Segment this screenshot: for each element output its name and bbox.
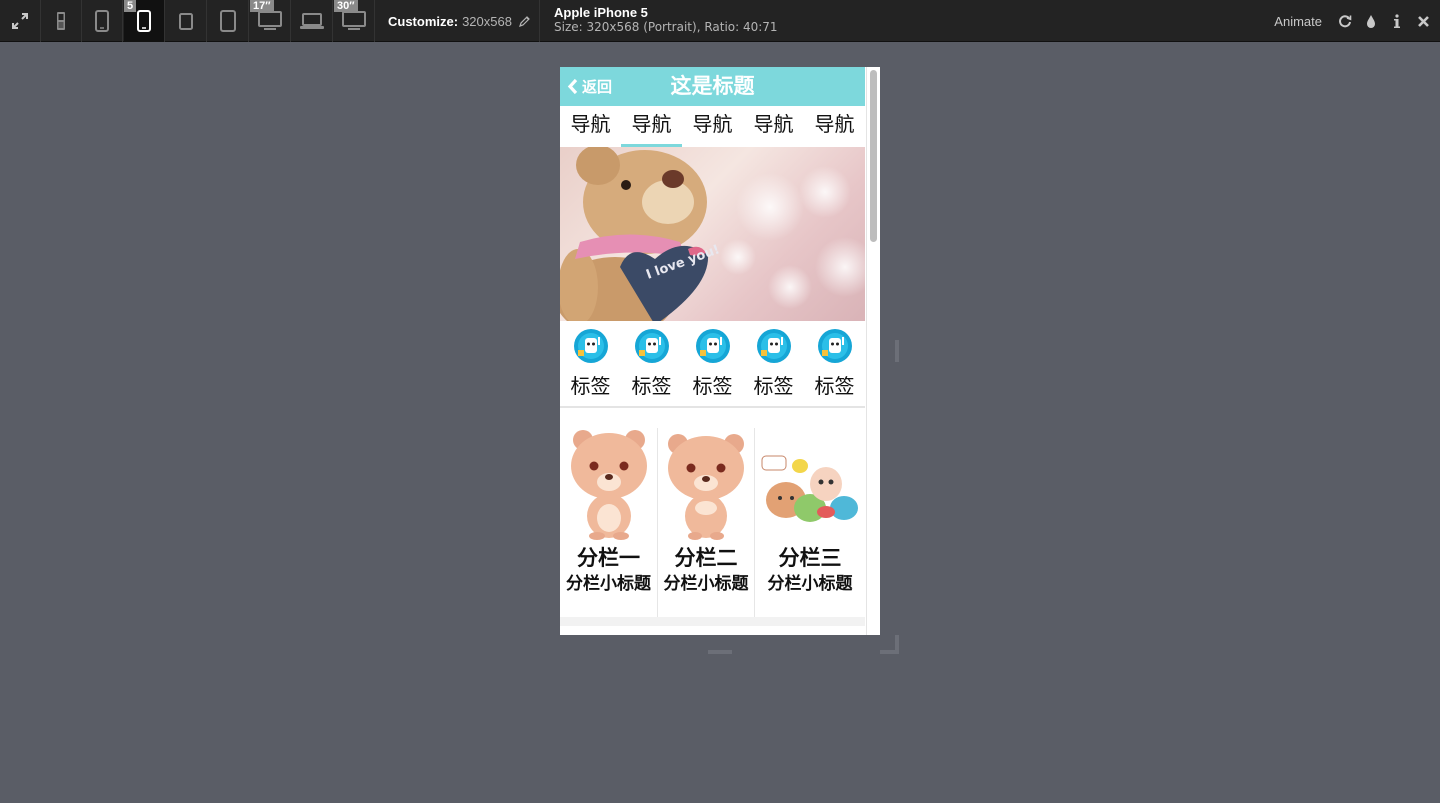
device-size: Size: 320x568 (Portrait), Ratio: 40:71 — [554, 20, 778, 34]
column-title: 分栏二 — [674, 547, 738, 570]
cartoon-avatar-icon — [756, 329, 791, 363]
tablet-small-icon — [179, 13, 193, 30]
banner-image[interactable]: I love you! — [560, 147, 865, 321]
tablet-icon — [220, 10, 236, 32]
tag-label: 标签 — [814, 376, 855, 398]
customize-value: 320x568 — [462, 13, 512, 29]
device-info: Apple iPhone 5 Size: 320x568 (Portrait),… — [554, 5, 778, 35]
device-iphone5-button[interactable]: 5 — [124, 0, 165, 42]
iphone5-badge: 5 — [124, 0, 137, 12]
back-label: 返回 — [582, 79, 613, 96]
nav-item[interactable]: 导航 — [621, 106, 682, 147]
cartoon-avatar-icon — [817, 329, 852, 363]
resize-handle-corner-vertical[interactable] — [895, 635, 899, 654]
column-grid: 分栏一 分栏小标题 分栏二 分栏小标题 分栏三 分栏小标题 — [560, 408, 865, 626]
desktop-17-icon — [258, 11, 282, 30]
device-desktop-17-button[interactable]: 17″ — [250, 0, 291, 42]
nav-item[interactable]: 导航 — [804, 106, 865, 147]
tag-label: 标签 — [753, 376, 794, 398]
column-subtitle: 分栏小标题 — [566, 574, 651, 593]
tag-grid: 标签 标签 标签 标签 标签 — [560, 321, 865, 408]
device-name: Apple iPhone 5 — [554, 5, 648, 20]
tag-item[interactable]: 标签 — [560, 321, 621, 406]
phone-icon — [95, 10, 109, 32]
tag-item[interactable]: 标签 — [743, 321, 804, 406]
device-desktop-30-button[interactable]: 30″ — [334, 0, 375, 42]
tag-item[interactable]: 标签 — [682, 321, 743, 406]
tag-label: 标签 — [570, 376, 611, 398]
column-subtitle: 分栏小标题 — [767, 574, 853, 593]
customize-label: Customize: — [388, 13, 459, 29]
tag-item[interactable]: 标签 — [804, 321, 865, 406]
phone-5-icon — [137, 10, 151, 32]
desktop17-badge: 17″ — [250, 0, 274, 12]
cartoon-group-image — [761, 455, 858, 522]
column-title: 分栏三 — [778, 547, 842, 570]
refresh-icon[interactable] — [1338, 14, 1352, 28]
phone-old-icon — [57, 12, 65, 30]
column-item[interactable]: 分栏二 分栏小标题 — [657, 428, 754, 617]
scrollbar-thumb[interactable] — [870, 70, 877, 242]
toolbar: 5 17″ 30″ Customize: 320x568 Apple iPhon… — [0, 0, 1440, 42]
resize-handle-bottom[interactable] — [708, 650, 732, 654]
tag-label: 标签 — [631, 376, 672, 398]
expand-icon — [12, 13, 28, 29]
info-icon[interactable] — [1390, 13, 1404, 28]
column-title: 分栏一 — [577, 547, 640, 570]
laptop-icon — [300, 13, 324, 29]
close-icon[interactable] — [1416, 14, 1430, 28]
cartoon-avatar-icon — [573, 329, 608, 363]
device-viewport: 这是标题 返回 导航 导航 导航 导航 导航 I love you! 标签 标签… — [560, 67, 880, 635]
column-subtitle: 分栏小标题 — [663, 574, 749, 593]
scrollbar[interactable] — [866, 67, 880, 635]
tag-label: 标签 — [692, 376, 733, 398]
app-page: 这是标题 返回 导航 导航 导航 导航 导航 I love you! 标签 标签… — [560, 67, 865, 626]
toolbar-actions: Animate — [1274, 0, 1430, 42]
desktop30-badge: 30″ — [334, 0, 358, 12]
customize-size[interactable]: Customize: 320x568 — [378, 0, 540, 42]
device-laptop-button[interactable] — [292, 0, 333, 42]
nav-item[interactable]: 导航 — [560, 106, 621, 147]
bear-sticker-image — [570, 430, 647, 540]
fullscreen-button[interactable] — [0, 0, 41, 42]
pencil-icon[interactable] — [519, 15, 531, 27]
device-tablet-button[interactable] — [208, 0, 249, 42]
drop-icon[interactable] — [1364, 14, 1378, 28]
back-button[interactable]: 返回 — [567, 67, 612, 106]
animate-label[interactable]: Animate — [1274, 14, 1322, 29]
nav-bar: 导航 导航 导航 导航 导航 — [560, 106, 865, 147]
nav-item[interactable]: 导航 — [682, 106, 743, 147]
nav-item[interactable]: 导航 — [743, 106, 804, 147]
column-item[interactable]: 分栏一 分栏小标题 — [560, 428, 657, 617]
app-header: 这是标题 返回 — [560, 67, 865, 106]
cartoon-avatar-icon — [695, 329, 730, 363]
column-item[interactable]: 分栏三 分栏小标题 — [754, 428, 865, 617]
device-tablet-small-button[interactable] — [166, 0, 207, 42]
device-phone-button[interactable] — [82, 0, 123, 42]
resize-handle-right[interactable] — [895, 340, 899, 362]
bear-sticker-image — [668, 434, 744, 540]
cartoon-avatar-icon — [634, 329, 669, 363]
desktop-30-icon — [342, 11, 366, 30]
device-old-phone-button[interactable] — [41, 0, 82, 42]
teddy-bear-photo: I love you! — [560, 147, 865, 321]
tag-item[interactable]: 标签 — [621, 321, 682, 406]
chevron-left-icon — [567, 78, 578, 95]
